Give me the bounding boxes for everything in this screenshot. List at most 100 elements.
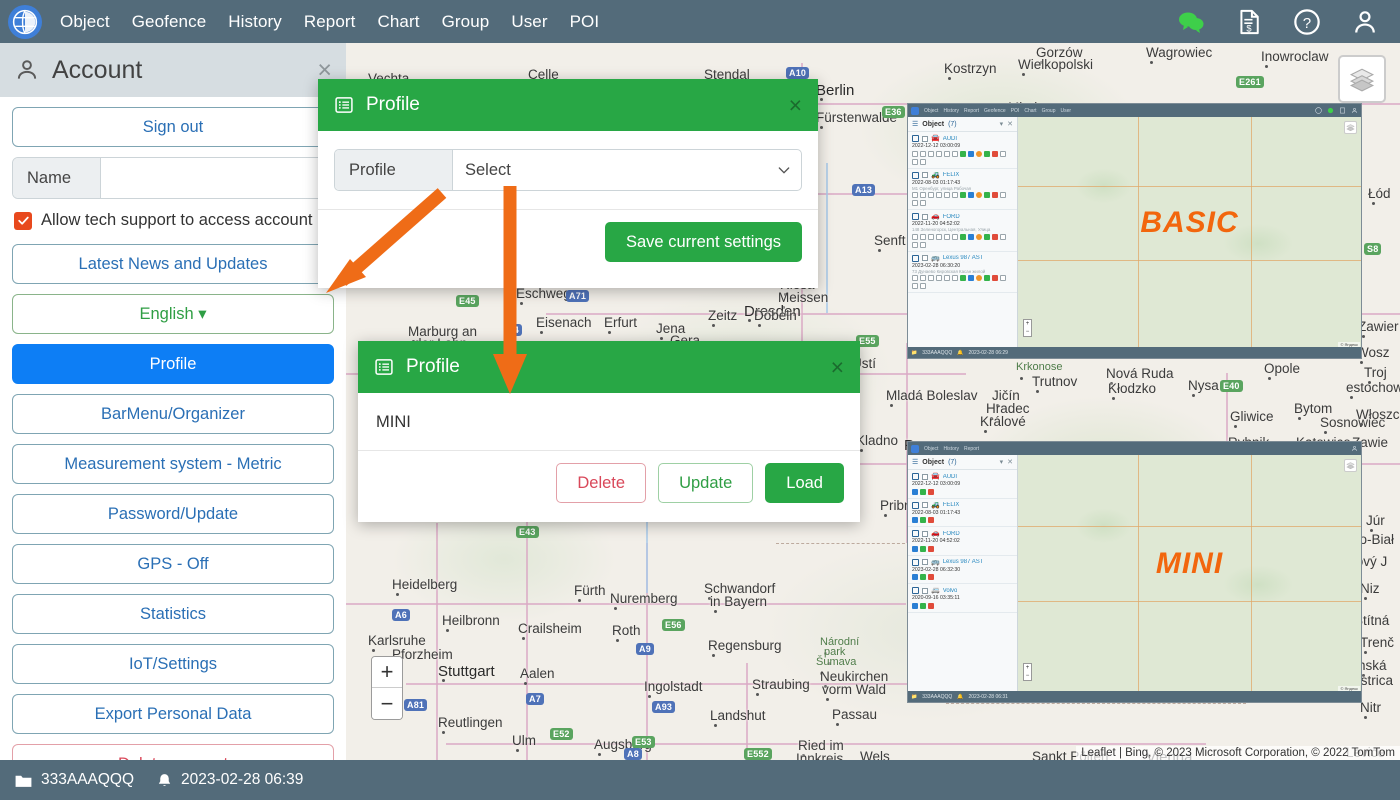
map-zoom-in-button[interactable]: + [372, 657, 402, 688]
edit-icon[interactable] [912, 171, 919, 179]
inset-object-action-icon[interactable] [952, 275, 958, 281]
inset-object-action-icon[interactable] [960, 233, 966, 240]
inset-object-action-icon[interactable] [928, 275, 934, 281]
profile-button[interactable]: Profile [12, 344, 334, 384]
inset-object-action-icons[interactable] [912, 275, 1013, 289]
inset-object-action-icons[interactable] [912, 488, 1013, 495]
inset-object-action-icon[interactable] [920, 200, 926, 206]
profile-select-dialog-close-button[interactable]: × [789, 93, 802, 117]
inset-object-action-icon[interactable] [928, 574, 934, 580]
inset-object-action-icons[interactable] [912, 517, 1013, 523]
inset-nav-item[interactable]: Group [1042, 108, 1056, 114]
inset-object-action-icon[interactable] [912, 602, 918, 609]
inset-object-action-icon[interactable] [968, 150, 974, 157]
sign-out-button[interactable]: Sign out [12, 107, 334, 147]
update-profile-button[interactable]: Update [658, 463, 754, 503]
inset-object-action-icon[interactable] [936, 150, 942, 157]
delete-account-button[interactable]: Delete account [12, 744, 334, 760]
inset-object-action-icon[interactable] [912, 233, 918, 240]
inset-object-action-icon[interactable] [976, 150, 982, 157]
inset-object-action-icons[interactable] [912, 602, 1013, 609]
inset-object-action-icon[interactable] [920, 545, 926, 552]
map-zoom-out-button[interactable]: − [372, 688, 402, 719]
inset-object-action-icon[interactable] [976, 233, 982, 240]
inset-object-action-icon[interactable] [912, 283, 918, 289]
inset-object-action-icon[interactable] [984, 275, 990, 281]
inset-object-row[interactable]: 🚘 AUDI 2022-12-12 03:00:09 [908, 132, 1017, 169]
language-button[interactable]: English ▾ [12, 294, 334, 334]
inset-screenshot-mini[interactable]: Object History Report ☰ Object (7) ▾ ✕ 🚘 AU… [907, 441, 1362, 703]
inset-mini-list-tools[interactable]: ▾ ✕ [1000, 458, 1013, 466]
inset-nav-item[interactable]: Geofence [984, 108, 1006, 114]
filter-icon[interactable]: ▾ [1000, 458, 1004, 466]
inset-object-action-icon[interactable] [960, 150, 966, 157]
delete-profile-button[interactable]: Delete [556, 463, 647, 503]
inset-object-action-icon[interactable] [936, 275, 942, 281]
password-update-button[interactable]: Password/Update [12, 494, 334, 534]
inset-object-action-icon[interactable] [928, 488, 934, 495]
inset-object-action-icon[interactable] [912, 574, 918, 580]
inset-object-action-icon[interactable] [968, 192, 974, 198]
inset-object-action-icon[interactable] [992, 192, 998, 198]
inset-object-action-icon[interactable] [960, 192, 966, 198]
inset-object-row[interactable]: 🚌 Lexus 987 AST 2023-02-28 06:30:20 73 Дуна… [908, 252, 1017, 293]
inset-object-action-icon[interactable] [912, 241, 918, 248]
inset-screenshot-basic[interactable]: Object History Report Geofence POI Chart Group… [907, 103, 1362, 359]
map-layers-button[interactable] [1338, 55, 1386, 103]
profile-detail-dialog[interactable]: Profile × MINI Delete Update Load [358, 341, 860, 522]
load-profile-button[interactable]: Load [765, 463, 844, 503]
inset-object-action-icon[interactable] [912, 200, 918, 206]
edit-icon[interactable] [912, 473, 919, 480]
inset-object-action-icon[interactable] [976, 275, 982, 281]
inset-object-action-icon[interactable] [920, 517, 926, 523]
inset-object-action-icon[interactable] [920, 158, 926, 165]
close-icon[interactable]: ✕ [1007, 458, 1013, 466]
inset-object-action-icon[interactable] [928, 602, 934, 609]
inset-object-action-icon[interactable] [912, 545, 918, 552]
inset-object-row[interactable]: 🚗 FORD 2022-11-20 04:52:02 [908, 527, 1017, 556]
inset-object-action-icon[interactable] [920, 488, 926, 495]
inset-object-action-icon[interactable] [928, 150, 934, 157]
object-checkbox[interactable] [922, 135, 928, 142]
inset-basic-object-list[interactable]: ☰ Object (7) ▾ ✕ 🚘 AUDI 2022-12-12 03:00:0… [908, 117, 1018, 347]
inset-object-action-icon[interactable] [920, 602, 926, 609]
statistics-button[interactable]: Statistics [12, 594, 334, 634]
inset-nav-item[interactable]: History [943, 446, 959, 452]
tech-support-checkbox-row[interactable]: Allow tech support to access account [12, 209, 334, 234]
inset-object-action-icon[interactable] [984, 150, 990, 157]
inset-object-action-icon[interactable] [936, 233, 942, 240]
inset-object-action-icons[interactable] [912, 574, 1013, 580]
inset-nav-item[interactable]: Object [924, 108, 938, 114]
edit-icon[interactable] [912, 501, 919, 509]
inset-nav-item[interactable]: History [943, 108, 959, 114]
object-checkbox[interactable] [922, 502, 928, 508]
close-icon[interactable]: ✕ [1007, 120, 1013, 128]
inset-object-action-icon[interactable] [952, 150, 958, 157]
invoice-button[interactable]: $ [1234, 7, 1264, 37]
inset-object-action-icon[interactable] [992, 275, 998, 281]
inset-object-action-icon[interactable] [912, 192, 918, 198]
inset-mini-map[interactable]: MINI + − © Яндекс [1018, 455, 1361, 691]
inset-object-action-icon[interactable] [912, 517, 918, 523]
nav-history[interactable]: History [228, 12, 282, 32]
profile-select-dialog[interactable]: Profile × Profile Select Save current se… [318, 79, 818, 288]
inset-object-action-icon[interactable] [912, 488, 918, 495]
inset-object-action-icon[interactable] [1000, 233, 1006, 240]
inset-object-action-icon[interactable] [944, 192, 950, 198]
inset-object-action-icon[interactable] [960, 275, 966, 281]
edit-icon[interactable] [912, 135, 919, 142]
inset-object-action-icon[interactable] [920, 150, 926, 157]
inset-nav-item[interactable]: Chart [1024, 108, 1036, 114]
save-current-settings-button[interactable]: Save current settings [605, 222, 802, 262]
inset-object-action-icon[interactable] [984, 233, 990, 240]
chat-button[interactable] [1176, 7, 1206, 37]
profile-select-dropdown[interactable]: Select [453, 150, 767, 190]
nav-report[interactable]: Report [304, 12, 356, 32]
filter-icon[interactable]: ▾ [1000, 120, 1004, 128]
object-checkbox[interactable] [922, 255, 928, 261]
inset-object-action-icon[interactable] [984, 192, 990, 198]
nav-geofence[interactable]: Geofence [132, 12, 207, 32]
edit-icon[interactable] [912, 254, 919, 262]
status-account-segment[interactable]: 333AAAQQQ [14, 771, 134, 790]
inset-object-action-icon[interactable] [920, 192, 926, 198]
